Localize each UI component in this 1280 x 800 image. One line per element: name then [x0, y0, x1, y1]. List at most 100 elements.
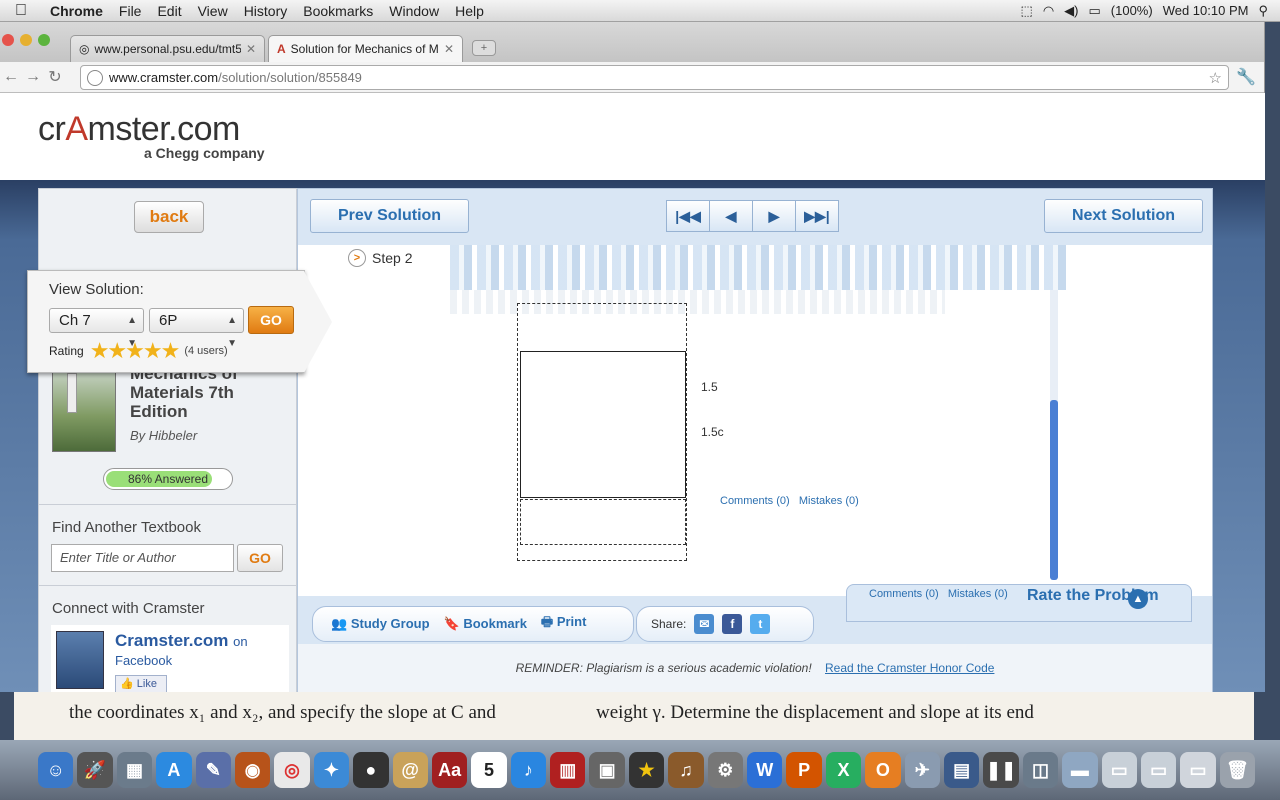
- facebook-share-icon[interactable]: f: [722, 614, 743, 634]
- rating-stars-icon[interactable]: ★★★★★: [90, 338, 181, 364]
- problem-select[interactable]: 6P ▲ ▼: [149, 308, 244, 349]
- close-window-button[interactable]: [2, 34, 14, 46]
- menu-view[interactable]: View: [190, 3, 236, 19]
- print-button[interactable]: 🖶 Print: [541, 613, 587, 635]
- itunes-icon[interactable]: ♪: [510, 752, 547, 788]
- applications-folder-icon[interactable]: ▬: [1062, 752, 1098, 788]
- menu-app-name[interactable]: Chrome: [42, 3, 111, 19]
- chevron-up-icon[interactable]: ▲: [1128, 589, 1148, 609]
- trash-icon[interactable]: 🗑: [1219, 752, 1256, 788]
- find-go-button[interactable]: GO: [237, 544, 283, 572]
- scrollbar-thumb[interactable]: [1050, 400, 1058, 580]
- reload-icon[interactable]: ↻: [44, 67, 66, 87]
- like-label: Like: [136, 678, 157, 690]
- menu-help[interactable]: Help: [447, 3, 492, 19]
- launchpad-icon[interactable]: 🚀: [77, 752, 113, 788]
- finder-icon[interactable]: ☺: [38, 752, 74, 788]
- rate-problem-tab[interactable]: Comments (0) Mistakes (0) Rate the Probl…: [846, 584, 1192, 622]
- book-cover[interactable]: [52, 364, 116, 452]
- spotlight-icon[interactable]: ⚲: [1258, 3, 1268, 19]
- app-store-icon[interactable]: A: [156, 752, 192, 788]
- outlook-icon[interactable]: O: [865, 752, 901, 788]
- honor-code-link[interactable]: Read the Cramster Honor Code: [825, 661, 994, 675]
- page-info-icon[interactable]: [87, 69, 103, 86]
- wrench-menu-icon[interactable]: 🔧: [1236, 67, 1256, 87]
- calendar-icon[interactable]: 5: [471, 752, 507, 788]
- zoom-window-button[interactable]: [38, 34, 50, 46]
- wifi-icon[interactable]: ◠: [1043, 3, 1054, 19]
- facebook-like-button[interactable]: 👍 Like: [115, 675, 167, 692]
- safari-icon[interactable]: ✦: [313, 752, 350, 788]
- step-indicator[interactable]: > Step 2: [348, 249, 412, 267]
- comments-link[interactable]: Comments (0) Mistakes (0): [720, 495, 859, 507]
- apple-icon[interactable]: : [0, 2, 42, 20]
- dictionary-icon[interactable]: Aa: [431, 752, 468, 788]
- menu-bookmarks[interactable]: Bookmarks: [295, 3, 381, 19]
- next-step-button[interactable]: ▶: [752, 200, 796, 232]
- study-group-button[interactable]: 👥 Study Group: [331, 616, 430, 632]
- chrome-icon[interactable]: ◎: [274, 752, 310, 788]
- panel-arrow: [304, 271, 332, 373]
- facetime-icon[interactable]: ●: [353, 752, 389, 788]
- facebook-page-link[interactable]: Cramster.com on: [115, 631, 248, 651]
- documents-stack-icon[interactable]: ▭: [1101, 752, 1137, 788]
- mistakes-count: Mistakes (0): [947, 588, 1008, 600]
- tab-cramster[interactable]: A Solution for Mechanics of Ma ✕: [268, 35, 463, 62]
- first-step-button[interactable]: |◀◀: [666, 200, 710, 232]
- viewer-scrollbar[interactable]: [1050, 290, 1058, 580]
- menu-edit[interactable]: Edit: [149, 3, 189, 19]
- next-solution-button[interactable]: Next Solution: [1044, 199, 1203, 233]
- back-button[interactable]: back: [134, 201, 204, 233]
- close-tab-icon[interactable]: ✕: [444, 42, 454, 56]
- bookmark-button[interactable]: 🔖 Bookmark: [444, 616, 527, 632]
- prev-solution-button[interactable]: Prev Solution: [310, 199, 469, 233]
- terminal-icon[interactable]: ▤: [943, 752, 980, 788]
- book-cover-art: [67, 373, 77, 413]
- network-icon[interactable]: ✈: [904, 752, 940, 788]
- preview-icon[interactable]: ✎: [195, 752, 231, 788]
- battery-icon[interactable]: ▭: [1088, 3, 1100, 19]
- twitter-share-icon[interactable]: t: [750, 614, 771, 634]
- find-textbook-input[interactable]: Enter Title or Author: [51, 544, 234, 572]
- tab-psu[interactable]: ◎ www.personal.psu.edu/tmt5 ✕: [70, 35, 265, 62]
- system-preferences-icon[interactable]: ⚙: [707, 752, 744, 788]
- forward-arrow-icon[interactable]: →: [22, 68, 44, 86]
- chapter-select[interactable]: Ch 7 ▲ ▼: [49, 308, 144, 349]
- facebook-page-image[interactable]: [56, 631, 104, 689]
- prev-step-button[interactable]: ◀: [709, 200, 753, 232]
- bookmark-star-icon[interactable]: ☆: [1209, 69, 1222, 87]
- logo-text: cr: [38, 110, 66, 148]
- image-capture-icon[interactable]: ▣: [589, 752, 625, 788]
- last-step-button[interactable]: ▶▶|: [795, 200, 839, 232]
- mission-control-icon[interactable]: ▦: [116, 752, 153, 788]
- imovie-icon[interactable]: ★: [628, 752, 665, 788]
- menu-history[interactable]: History: [236, 3, 296, 19]
- contacts-icon[interactable]: @: [392, 752, 428, 788]
- menu-clock[interactable]: Wed 10:10 PM: [1163, 3, 1249, 18]
- menu-window[interactable]: Window: [381, 3, 447, 19]
- word-icon[interactable]: W: [747, 752, 783, 788]
- photo-icon[interactable]: ◫: [1022, 752, 1059, 788]
- firefox-icon[interactable]: ◉: [234, 752, 271, 788]
- photo-booth-icon[interactable]: ▥: [550, 752, 586, 788]
- email-share-icon[interactable]: ✉: [694, 614, 715, 634]
- go-button[interactable]: GO: [248, 306, 294, 334]
- pause-app-icon[interactable]: ❚❚: [983, 752, 1019, 788]
- garageband-icon[interactable]: ♫: [668, 752, 704, 788]
- minimize-window-button[interactable]: [20, 34, 32, 46]
- minimized-window-icon[interactable]: ▭: [1180, 752, 1216, 788]
- close-tab-icon[interactable]: ✕: [246, 42, 256, 56]
- volume-icon[interactable]: ◀): [1064, 3, 1078, 19]
- back-arrow-icon[interactable]: ←: [0, 68, 22, 86]
- new-tab-button[interactable]: +: [472, 40, 496, 56]
- menu-file[interactable]: File: [111, 3, 150, 19]
- downloads-stack-icon[interactable]: ▭: [1140, 752, 1177, 788]
- address-bar[interactable]: www.cramster.com/solution/solution/85584…: [80, 65, 1229, 90]
- screen-share-icon[interactable]: ⬚: [1021, 3, 1033, 19]
- chapter-value: Ch 7: [59, 312, 91, 329]
- cramster-logo[interactable]: crAmster.com a Chegg company: [38, 110, 265, 161]
- step-pager: |◀◀ ◀ ▶ ▶▶|: [666, 200, 839, 232]
- mistakes-text: Mistakes (0): [798, 495, 859, 507]
- excel-icon[interactable]: X: [825, 752, 862, 788]
- powerpoint-icon[interactable]: P: [786, 752, 822, 788]
